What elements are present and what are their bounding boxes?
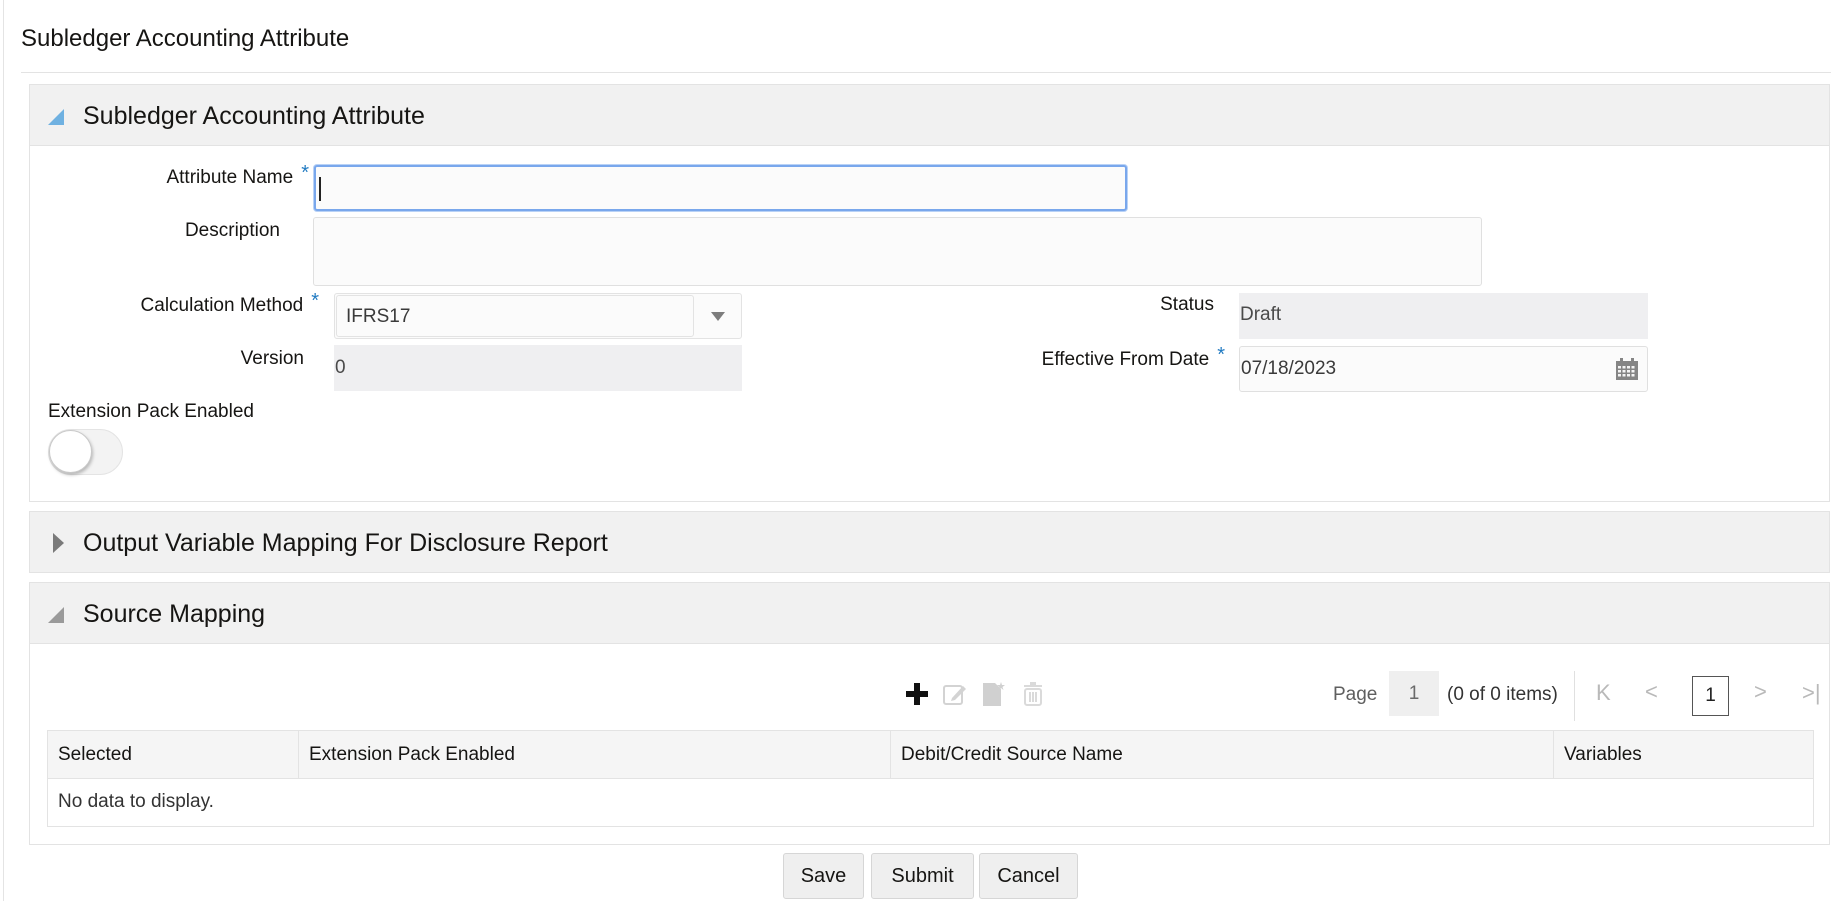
attribute-name-input[interactable] bbox=[314, 165, 1127, 211]
attribute-name-label: Attribute Name * bbox=[30, 162, 309, 189]
previous-page-icon[interactable]: < bbox=[1645, 679, 1658, 705]
text-cursor bbox=[319, 177, 321, 201]
description-label: Description bbox=[184, 220, 280, 241]
section-header-source-mapping[interactable]: Source Mapping bbox=[29, 582, 1830, 644]
section-title: Source Mapping bbox=[83, 600, 266, 628]
collapse-triangle-icon[interactable] bbox=[48, 607, 64, 623]
column-header-debit-credit-source-name[interactable]: Debit/Credit Source Name bbox=[891, 731, 1554, 779]
empty-table-message: No data to display. bbox=[58, 791, 214, 812]
new-document-icon bbox=[983, 682, 1005, 706]
last-page-icon[interactable]: >| bbox=[1802, 680, 1821, 706]
current-page-button[interactable]: 1 bbox=[1692, 676, 1729, 716]
column-header-variables[interactable]: Variables bbox=[1554, 731, 1813, 779]
trash-icon bbox=[1024, 682, 1042, 706]
save-button[interactable]: Save bbox=[783, 853, 864, 899]
section-header-attribute[interactable]: Subledger Accounting Attribute bbox=[29, 84, 1830, 146]
plus-icon[interactable] bbox=[904, 681, 930, 707]
page-input[interactable]: 1 bbox=[1389, 671, 1439, 716]
edit-icon bbox=[943, 685, 966, 705]
effective-from-date-input[interactable]: 07/18/2023 bbox=[1239, 346, 1648, 392]
section-title: Subledger Accounting Attribute bbox=[83, 102, 425, 130]
page-label: Page bbox=[1333, 684, 1378, 705]
status-field: Draft bbox=[1239, 293, 1648, 339]
extension-pack-enabled-toggle[interactable] bbox=[48, 429, 123, 475]
page-title: Subledger Accounting Attribute bbox=[21, 25, 350, 52]
next-page-icon[interactable]: > bbox=[1754, 679, 1767, 705]
column-header-extension-pack-enabled[interactable]: Extension Pack Enabled bbox=[299, 731, 891, 779]
description-textarea[interactable] bbox=[313, 217, 1482, 286]
collapse-triangle-icon[interactable] bbox=[48, 109, 64, 125]
column-header-selected[interactable]: Selected bbox=[48, 731, 299, 779]
submit-button[interactable]: Submit bbox=[871, 853, 974, 899]
toggle-knob[interactable] bbox=[49, 430, 92, 473]
required-marker: * bbox=[301, 162, 309, 184]
effective-from-date-label: Effective From Date * bbox=[30, 344, 1225, 371]
section-header-output-mapping[interactable]: Output Variable Mapping For Disclosure R… bbox=[29, 511, 1830, 573]
effective-from-date-label-text: Effective From Date bbox=[1041, 349, 1210, 370]
pagination-separator bbox=[1574, 671, 1575, 721]
cancel-button[interactable]: Cancel bbox=[979, 853, 1078, 899]
attribute-name-label-text: Attribute Name bbox=[166, 167, 294, 188]
status-label: Status bbox=[1160, 294, 1214, 315]
page-left-border bbox=[3, 0, 4, 901]
first-page-icon[interactable]: K bbox=[1596, 680, 1611, 706]
section-title: Output Variable Mapping For Disclosure R… bbox=[83, 529, 608, 557]
calendar-icon[interactable] bbox=[1615, 357, 1639, 381]
source-mapping-table: Selected Extension Pack Enabled Debit/Cr… bbox=[47, 730, 1814, 827]
extension-pack-enabled-label: Extension Pack Enabled bbox=[48, 401, 254, 422]
section-body-source-mapping: Page 1 (0 of 0 items) K < 1 > >| Selecte… bbox=[29, 644, 1830, 845]
effective-from-date-value: 07/18/2023 bbox=[1241, 358, 1337, 379]
section-body-attribute: Attribute Name * Description Calculation … bbox=[29, 146, 1830, 502]
title-divider bbox=[21, 72, 1831, 73]
expand-triangle-icon[interactable] bbox=[53, 533, 64, 553]
required-marker: * bbox=[1217, 344, 1225, 366]
items-count: (0 of 0 items) bbox=[1447, 684, 1558, 705]
